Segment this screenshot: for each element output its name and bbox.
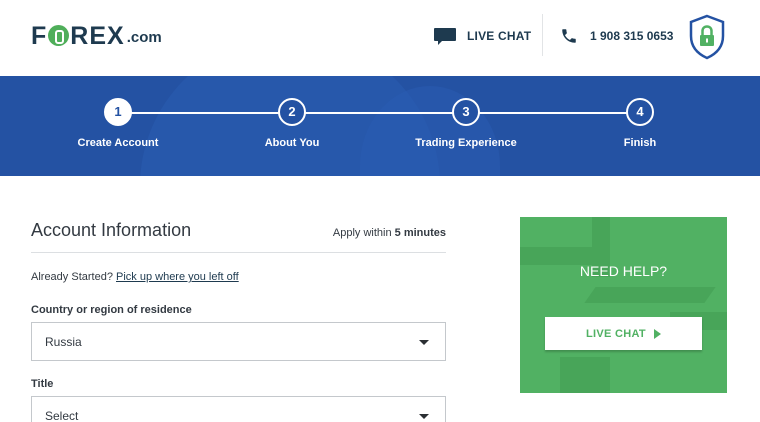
header-divider bbox=[542, 14, 543, 56]
step-label: Trading Experience bbox=[415, 137, 517, 149]
form-title: Account Information bbox=[31, 220, 192, 240]
chevron-down-icon bbox=[419, 414, 429, 419]
step-trading-experience: 3 Trading Experience bbox=[391, 76, 541, 176]
apply-time-note: Apply within 5 minutes bbox=[332, 227, 446, 239]
need-help-panel: NEED HELP? LIVE CHAT bbox=[520, 217, 727, 393]
phone-number: 1 908 315 0653 bbox=[590, 29, 674, 43]
header-phone-link[interactable]: 1 908 315 0653 bbox=[560, 25, 673, 47]
step-number: 3 bbox=[452, 98, 480, 126]
need-help-title: NEED HELP? bbox=[579, 263, 668, 279]
progress-line bbox=[118, 112, 640, 114]
step-label: About You bbox=[264, 137, 320, 149]
help-decoration bbox=[560, 357, 610, 393]
step-label: Create Account bbox=[77, 137, 159, 149]
step-number: 2 bbox=[278, 98, 306, 126]
step-number: 1 bbox=[104, 98, 132, 126]
title-select[interactable]: Select bbox=[31, 396, 446, 422]
already-started-text: Already Started? Pick up where you left … bbox=[31, 271, 239, 283]
help-decoration bbox=[584, 287, 716, 303]
phone-icon bbox=[562, 29, 576, 43]
live-chat-button[interactable]: LIVE CHAT bbox=[545, 317, 702, 350]
signup-progress-bar: 1 Create Account 2 About You 3 Trading E… bbox=[0, 76, 760, 176]
chat-icon bbox=[434, 27, 456, 45]
logo-o-icon bbox=[48, 25, 70, 46]
live-chat-button-label: LIVE CHAT bbox=[586, 327, 646, 340]
step-number: 4 bbox=[626, 98, 654, 126]
chevron-down-icon bbox=[419, 340, 429, 345]
step-label: Finish bbox=[623, 137, 657, 149]
header-live-chat-label: LIVE CHAT bbox=[467, 29, 532, 43]
country-value: Russia bbox=[45, 335, 82, 349]
form-divider bbox=[31, 252, 446, 253]
forex-logo[interactable]: F REX .com bbox=[31, 23, 162, 49]
step-create-account: 1 Create Account bbox=[43, 76, 193, 176]
country-label: Country or region of residence bbox=[31, 304, 192, 316]
country-select[interactable]: Russia bbox=[31, 322, 446, 361]
logo-domain: .com bbox=[126, 29, 162, 46]
play-arrow-icon bbox=[653, 328, 661, 339]
resume-application-link[interactable]: Pick up where you left off bbox=[116, 271, 239, 283]
title-value: Select bbox=[45, 409, 79, 422]
title-label: Title bbox=[31, 378, 54, 390]
step-about-you: 2 About You bbox=[217, 76, 367, 176]
site-header: F REX .com LIVE CHAT 1 908 315 0653 bbox=[0, 0, 760, 76]
apply-time: 5 minutes bbox=[394, 227, 446, 239]
header-live-chat-link[interactable]: LIVE CHAT bbox=[434, 24, 531, 48]
logo-wordmark: F REX bbox=[31, 22, 125, 50]
lock-shield-icon bbox=[689, 14, 725, 60]
step-finish: 4 Finish bbox=[565, 76, 715, 176]
